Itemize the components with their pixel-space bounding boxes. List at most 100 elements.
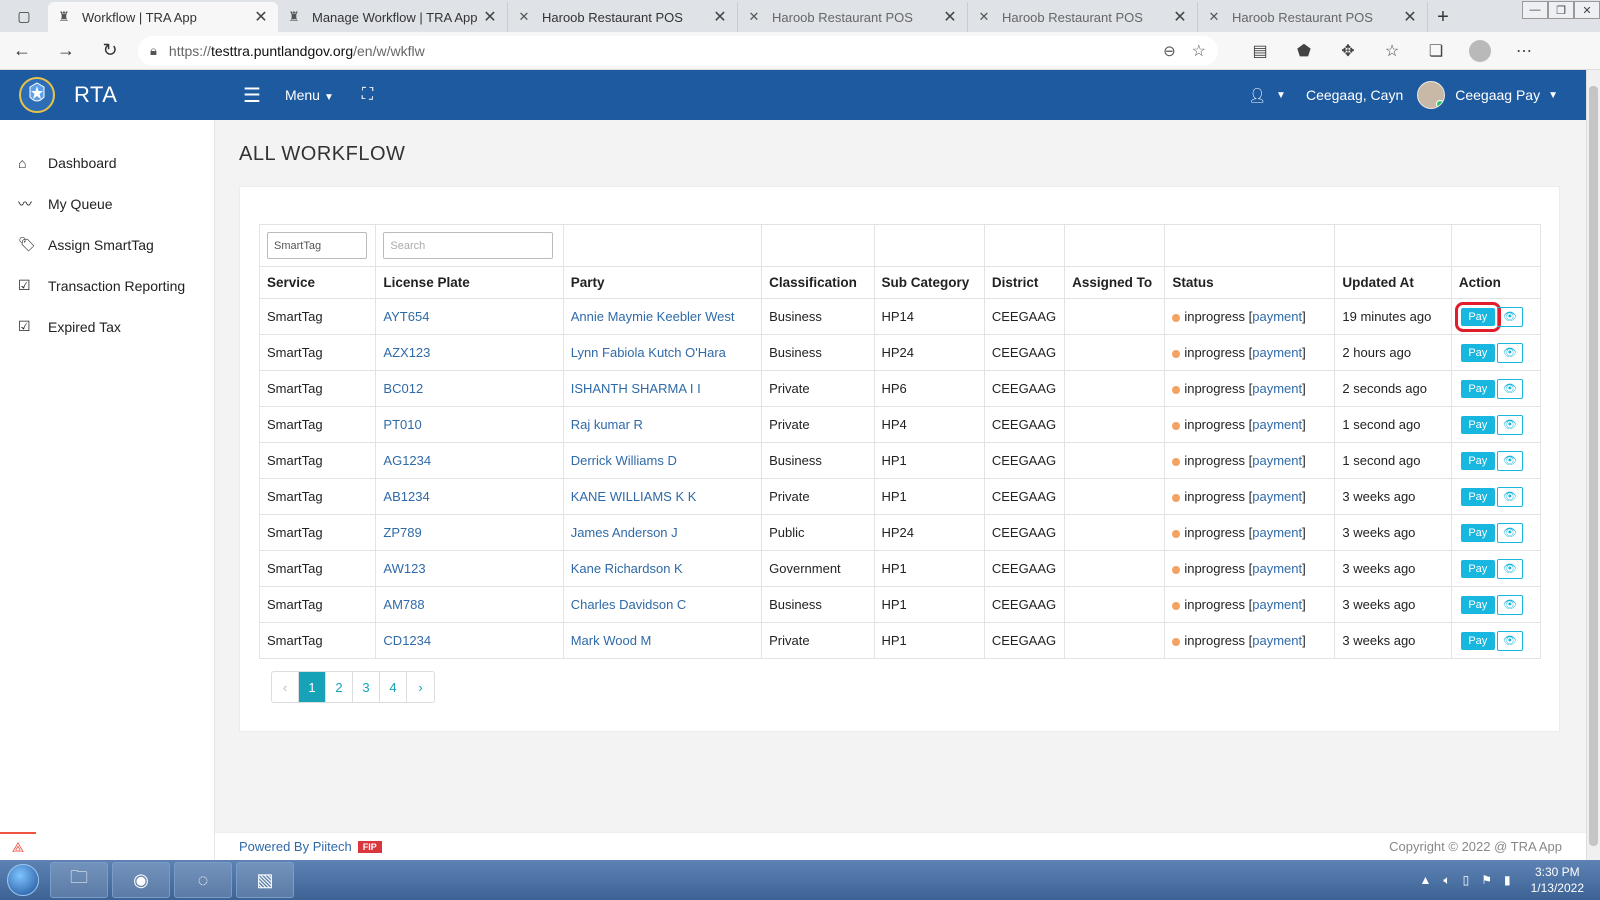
pay-button[interactable]: Pay [1460,559,1495,578]
address-bar[interactable]: 🔒︎ https://testtra.puntlandgov.org/en/w/… [138,35,1218,66]
view-eye-icon[interactable]: 👁︎ [1496,378,1523,399]
payment-link[interactable]: payment [1252,561,1302,576]
browser-tab[interactable]: ♜ Workflow | TRA App ✕ [48,2,278,32]
profile-icon[interactable] [1469,39,1491,62]
view-eye-icon[interactable]: 👁︎ [1496,450,1523,471]
column-header-license-plate[interactable]: License Plate [375,266,564,299]
powered-by-link[interactable]: Powered By Piitech [239,839,352,854]
collections-icon[interactable]: ❏ [1414,41,1458,61]
more-options-icon[interactable]: ⋯ [1502,41,1546,61]
scrollbar-thumb[interactable] [1589,86,1598,846]
browser-tab[interactable]: ♜ Manage Workflow | TRA App ✕ [278,2,508,32]
start-button[interactable] [0,860,46,900]
party-link[interactable]: Derrick Williams D [571,453,677,468]
pay-button[interactable]: Pay [1460,451,1495,470]
refresh-icon[interactable]: ↻ [88,32,132,70]
browser-tab[interactable]: ✕ Haroob Restaurant POS ✕ [508,2,738,32]
page-scrollbar[interactable] [1586,70,1600,860]
column-header-assigned-to[interactable]: Assigned To [1064,266,1166,299]
payment-link[interactable]: payment [1252,633,1302,648]
view-eye-icon[interactable]: 👁︎ [1496,486,1523,507]
pay-button[interactable]: Pay [1460,415,1495,434]
minimize-icon[interactable]: — [1522,1,1548,19]
party-link[interactable]: Mark Wood M [571,633,652,648]
browser-tab[interactable]: ✕ Haroob Restaurant POS ✕ [1198,2,1428,32]
plate-search-input[interactable]: Search [383,232,554,259]
payment-link[interactable]: payment [1252,309,1302,324]
view-eye-icon[interactable]: 👁︎ [1496,558,1523,579]
close-window-icon[interactable]: ✕ [1574,1,1600,19]
pay-button[interactable]: Pay [1460,631,1495,650]
browser-tab[interactable]: ✕ Haroob Restaurant POS ✕ [738,2,968,32]
browser-tab[interactable]: ✕ Haroob Restaurant POS ✕ [968,2,1198,32]
file-explorer-icon[interactable]: 🗀︎ [50,862,108,898]
party-link[interactable]: KANE WILLIAMS K K [571,489,697,504]
party-link[interactable]: Kane Richardson K [571,561,683,576]
forward-icon[interactable]: → [44,32,88,70]
back-icon[interactable]: ← [0,32,44,70]
view-eye-icon[interactable]: 👁︎ [1496,594,1523,615]
plate-link[interactable]: AB1234 [383,489,429,504]
close-tab-icon[interactable]: ✕ [252,7,270,27]
volume-icon[interactable]: 🔈︎ [1443,873,1450,888]
view-eye-icon[interactable]: 👁︎ [1496,414,1523,435]
payment-link[interactable]: payment [1252,525,1302,540]
payment-link[interactable]: payment [1252,381,1302,396]
hamburger-icon[interactable]: ☰ [243,83,261,108]
column-header-service[interactable]: Service [258,266,377,299]
plate-link[interactable]: AZX123 [383,345,430,360]
lock-icon[interactable]: 🔒︎ [150,43,157,59]
favorites-icon[interactable]: ☆ [1370,41,1414,61]
plate-link[interactable]: AG1234 [383,453,431,468]
close-tab-icon[interactable]: ✕ [1171,7,1189,27]
new-tab-icon[interactable]: + [1428,2,1458,32]
shield-extension-icon[interactable]: ⬟ [1282,41,1326,61]
fullscreen-icon[interactable]: ⛶ [362,86,373,104]
debugbar-icon[interactable]: ⟁ [0,832,36,860]
party-link[interactable]: James Anderson J [571,525,678,540]
view-eye-icon[interactable]: 👁︎ [1496,342,1523,363]
plate-link[interactable]: CD1234 [383,633,431,648]
payment-link[interactable]: payment [1252,453,1302,468]
page-button-2[interactable]: 2 [326,672,353,702]
service-filter-input[interactable]: SmartTag [267,232,367,259]
chrome-icon[interactable]: ◉ [112,862,170,898]
party-link[interactable]: Annie Maymie Keebler West [571,309,735,324]
column-header-status[interactable]: Status [1164,266,1336,299]
restore-icon[interactable]: ❐ [1548,1,1574,19]
next-page-button[interactable]: › [407,672,434,702]
sidebar-item-transaction-reporting[interactable]: ☑ Transaction Reporting [0,265,214,306]
plate-link[interactable]: PT010 [383,417,421,432]
crest-logo-icon[interactable] [14,74,60,116]
column-header-party[interactable]: Party [562,266,763,299]
edge-icon[interactable]: ◌ [174,862,232,898]
prev-page-button[interactable]: ‹ [272,672,299,702]
party-link[interactable]: Raj kumar R [571,417,643,432]
menu-dropdown[interactable]: Menu ▼ [285,87,334,103]
chevron-down-icon[interactable]: ▼ [1276,90,1286,101]
plate-link[interactable]: AYT654 [383,309,429,324]
extensions-icon[interactable]: ✥ [1326,41,1370,61]
column-header-classification[interactable]: Classification [761,266,875,299]
party-link[interactable]: Lynn Fabiola Kutch O'Hara [571,345,726,360]
pay-button[interactable]: Pay [1460,487,1495,506]
brand-name[interactable]: RTA [74,82,117,108]
close-tab-icon[interactable]: ✕ [481,7,499,27]
column-header-updated-at[interactable]: Updated At [1334,266,1452,299]
reading-list-icon[interactable]: ▤ [1238,41,1282,61]
pay-button[interactable]: Pay [1460,343,1495,362]
zoom-icon[interactable]: ⊖ [1163,42,1176,60]
sidebar-item-expired-tax[interactable]: ☑ Expired Tax [0,306,214,347]
close-tab-icon[interactable]: ✕ [1401,7,1419,27]
plate-link[interactable]: AW123 [383,561,425,576]
party-link[interactable]: ISHANTH SHARMA I I [571,381,701,396]
signal-icon[interactable]: ▮ [1504,873,1511,887]
page-button-3[interactable]: 3 [353,672,380,702]
payment-link[interactable]: payment [1252,489,1302,504]
payment-link[interactable]: payment [1252,345,1302,360]
battery-icon[interactable]: ▯ [1463,873,1470,887]
pay-button[interactable]: Pay [1460,595,1495,614]
column-header-district[interactable]: District [983,266,1066,299]
avatar[interactable] [1417,81,1446,109]
page-button-4[interactable]: 4 [380,672,407,702]
